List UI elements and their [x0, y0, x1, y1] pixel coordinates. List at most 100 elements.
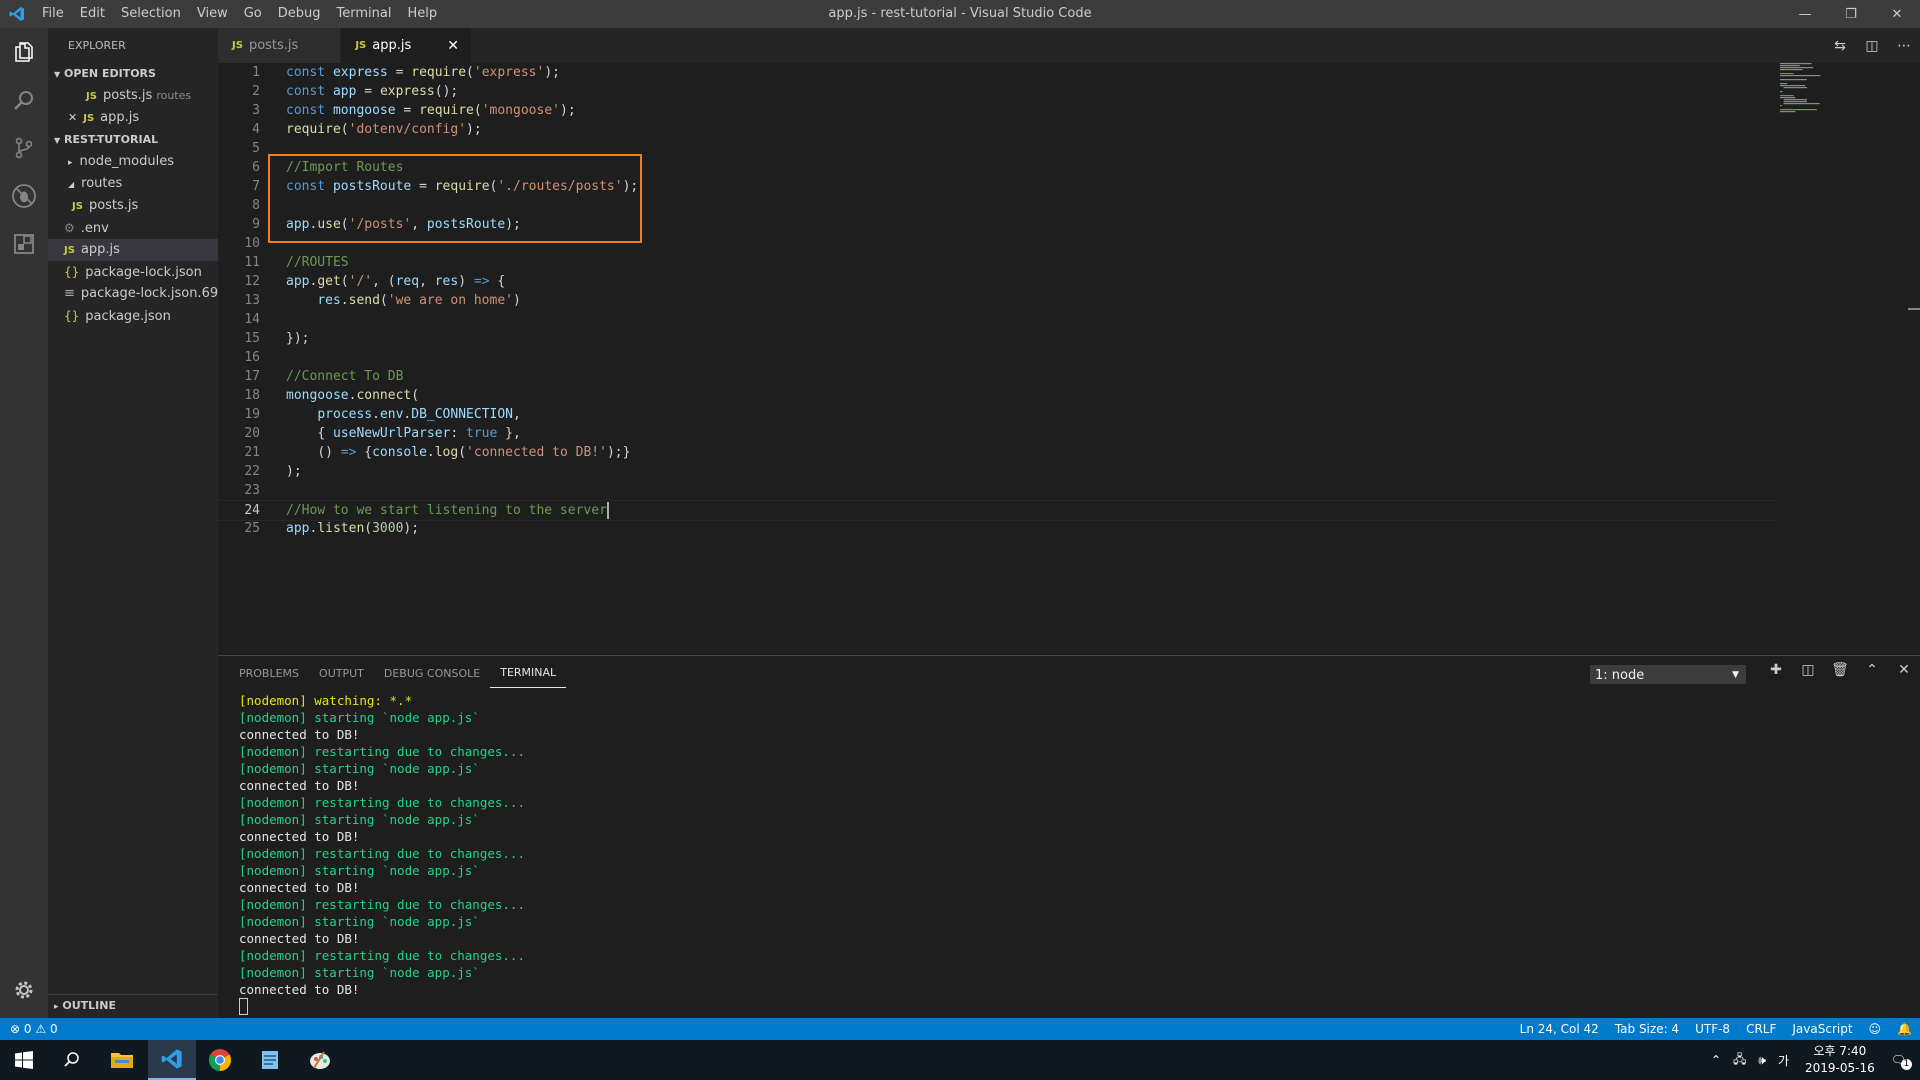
code-editor[interactable]: 1 const express = require('express'); 2 con…: [218, 63, 1920, 655]
close-panel-icon[interactable]: ✕: [1888, 662, 1920, 678]
terminal-prompt[interactable]: [239, 998, 525, 1015]
search-icon[interactable]: [48, 1040, 96, 1080]
more-actions-icon[interactable]: ⋯: [1888, 38, 1920, 54]
error-icon: ⊗: [10, 1022, 21, 1036]
code-line[interactable]: 17 //Connect To DB: [218, 367, 1778, 386]
menu-help[interactable]: Help: [399, 0, 445, 28]
tree-item-package-lock-json[interactable]: {} package-lock.json: [48, 261, 218, 283]
ime-indicator[interactable]: 가: [1778, 1052, 1789, 1069]
menu-edit[interactable]: Edit: [72, 0, 113, 28]
close-window-icon[interactable]: ✕: [1874, 0, 1920, 28]
code-line[interactable]: 20 { useNewUrlParser: true },: [218, 424, 1778, 443]
terminal-select[interactable]: 1: node ▼: [1590, 665, 1746, 684]
cursor-position[interactable]: Ln 24, Col 42: [1512, 1022, 1607, 1036]
show-hidden-icons-icon[interactable]: ⌃: [1711, 1053, 1721, 1067]
code-line[interactable]: 15});: [218, 329, 1778, 348]
panel-tab-problems[interactable]: PROBLEMS: [218, 656, 309, 691]
action-center-icon[interactable]: 🗨 1: [1891, 1053, 1912, 1070]
open-editor-label: posts.js: [102, 88, 153, 103]
split-terminal-icon[interactable]: ◫: [1792, 662, 1824, 678]
code-line[interactable]: 23: [218, 481, 1778, 500]
maximize-panel-icon[interactable]: ⌃: [1856, 662, 1888, 678]
explorer-icon[interactable]: [0, 28, 48, 76]
notepad-app-icon[interactable]: [246, 1040, 294, 1080]
close-tab-icon[interactable]: ✕: [447, 38, 459, 54]
tree-item-routes[interactable]: ◢ routes: [48, 173, 218, 195]
terminal-cursor: [239, 998, 248, 1015]
new-terminal-icon[interactable]: ✚: [1760, 662, 1792, 678]
line-number: 22: [244, 464, 260, 479]
open-editors-section[interactable]: ▼ OPEN EDITORS: [48, 63, 218, 85]
chrome-icon[interactable]: [196, 1040, 244, 1080]
search-icon[interactable]: [0, 76, 48, 124]
tree-item-package-json[interactable]: {} package.json: [48, 305, 218, 327]
volume-icon[interactable]: 🕪: [1758, 1053, 1766, 1068]
code-text: () => {console.log('connected to DB!');}: [317, 445, 631, 460]
minimize-icon[interactable]: —: [1782, 0, 1828, 28]
extensions-icon[interactable]: [0, 220, 48, 268]
notifications-bell-icon[interactable]: 🔔: [1889, 1022, 1920, 1036]
menu-go[interactable]: Go: [236, 0, 270, 28]
menu-terminal[interactable]: Terminal: [329, 0, 400, 28]
code-line[interactable]: 21 () => {console.log('connected to DB!'…: [218, 443, 1778, 462]
menu-file[interactable]: File: [34, 0, 72, 28]
tree-item-app-js[interactable]: JS app.js: [48, 239, 218, 261]
code-line[interactable]: 16: [218, 348, 1778, 367]
code-line[interactable]: 11 //ROUTES: [218, 253, 1778, 272]
tab-app-js[interactable]: JS app.js ✕: [341, 28, 472, 63]
tree-item-env[interactable]: ⚙ .env: [48, 217, 218, 239]
panel-tab-terminal[interactable]: TERMINAL: [490, 659, 567, 688]
code-line[interactable]: 12 app.get('/', (req, res) => {: [218, 272, 1778, 291]
eol[interactable]: CRLF: [1738, 1022, 1784, 1036]
project-section[interactable]: ▼ REST-TUTORIAL: [48, 129, 218, 151]
code-line[interactable]: 19 process.env.DB_CONNECTION,: [218, 405, 1778, 424]
code-line[interactable]: 24 //How to we start listening to the ser…: [218, 500, 1778, 521]
code-line[interactable]: 14: [218, 310, 1778, 329]
paint-app-icon[interactable]: [296, 1040, 344, 1080]
tab-posts-js[interactable]: JS posts.js: [218, 28, 342, 63]
code-line[interactable]: 2 const app = express();: [218, 82, 1778, 101]
outline-section[interactable]: ▸ OUTLINE: [48, 994, 218, 1017]
network-icon[interactable]: 🖧: [1733, 1050, 1746, 1071]
debug-icon[interactable]: [0, 172, 48, 220]
code-line[interactable]: 4 require('dotenv/config');: [218, 120, 1778, 139]
code-line[interactable]: 13 res.send('we are on home'): [218, 291, 1778, 310]
panel-tab-output[interactable]: OUTPUT: [309, 656, 374, 691]
tree-item-label: app.js: [80, 242, 120, 257]
open-editor-app-js[interactable]: ✕ JS app.js: [48, 107, 218, 129]
trash-icon[interactable]: 🗑: [1824, 662, 1856, 678]
open-changes-icon[interactable]: ⇆: [1824, 38, 1856, 54]
code-line[interactable]: 25 app.listen(3000);: [218, 519, 1778, 538]
gear-icon[interactable]: [0, 966, 48, 1014]
menu-selection[interactable]: Selection: [113, 0, 189, 28]
file-explorer-icon[interactable]: [98, 1040, 146, 1080]
source-control-icon[interactable]: [0, 124, 48, 172]
menu-view[interactable]: View: [189, 0, 236, 28]
problems-status[interactable]: ⊗ 0 ⚠ 0: [0, 1022, 58, 1036]
code-line[interactable]: 3 const mongoose = require('mongoose');: [218, 101, 1778, 120]
open-editor-posts-js[interactable]: JS posts.js routes: [48, 85, 218, 107]
encoding[interactable]: UTF-8: [1687, 1022, 1738, 1036]
menu-debug[interactable]: Debug: [270, 0, 329, 28]
windows-start-icon[interactable]: [0, 1040, 48, 1080]
tab-size[interactable]: Tab Size: 4: [1607, 1022, 1687, 1036]
code-line[interactable]: 18 mongoose.connect(: [218, 386, 1778, 405]
minimap[interactable]: [1780, 63, 1860, 123]
feedback-smiley-icon[interactable]: ☺: [1861, 1022, 1890, 1036]
minimap-line: [1780, 63, 1812, 65]
tree-item-posts-js[interactable]: JS posts.js: [48, 195, 218, 217]
language-mode[interactable]: JavaScript: [1784, 1022, 1860, 1036]
code-text: });: [286, 331, 310, 346]
close-editor-icon[interactable]: ✕: [68, 111, 77, 124]
panel-tab-debug-console[interactable]: DEBUG CONSOLE: [374, 656, 490, 691]
split-editor-icon[interactable]: ◫: [1856, 38, 1888, 54]
tree-item-node-modules[interactable]: ▸ node_modules: [48, 151, 218, 173]
vscode-taskbar-icon[interactable]: [148, 1040, 196, 1080]
project-title: REST-TUTORIAL: [64, 133, 159, 146]
code-line[interactable]: 22);: [218, 462, 1778, 481]
clock[interactable]: 오후 7:40 2019-05-16: [1805, 1043, 1875, 1077]
restore-icon[interactable]: ❐: [1828, 0, 1874, 28]
tree-item-package-lock-json-backup[interactable]: ≡ package-lock.json.69...: [48, 283, 218, 305]
terminal-output[interactable]: [nodemon] watching: *.* [nodemon] startin…: [239, 692, 525, 1015]
code-line[interactable]: 1 const express = require('express');: [218, 63, 1778, 82]
